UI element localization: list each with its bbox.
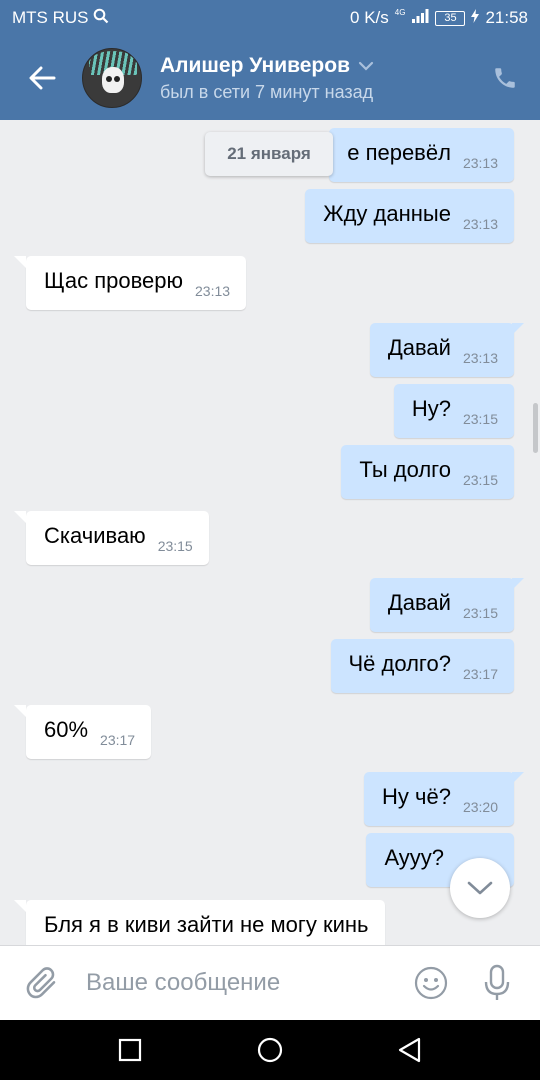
scroll-down-button[interactable] — [450, 858, 510, 918]
phone-icon — [495, 68, 515, 88]
attach-button[interactable] — [0, 946, 84, 1021]
message-bubble[interactable]: Бля я в киви зайти не могу кинь — [14, 900, 385, 945]
home-button[interactable] — [248, 1028, 292, 1072]
message-composer — [0, 945, 540, 1020]
message-bubble[interactable]: Щас проверю 23:13 — [14, 256, 247, 310]
scrollbar[interactable] — [533, 403, 538, 453]
microphone-icon — [484, 964, 510, 1000]
message-text: Давай — [387, 590, 451, 615]
message-bubble[interactable]: е перевёл 23:13 — [329, 128, 514, 182]
chevron-down-icon — [358, 61, 374, 71]
message-text: Ayyy? — [384, 845, 444, 870]
contact-name: Алишер Универов — [160, 53, 350, 77]
date-divider: 21 января — [205, 132, 333, 176]
message-time: 23:13 — [195, 283, 231, 299]
message-bubble[interactable]: Ну? 23:15 — [393, 384, 514, 438]
back-icon — [398, 1037, 421, 1063]
message-input[interactable] — [84, 953, 398, 1013]
search-icon — [93, 8, 109, 29]
message-time: 23:13 — [462, 350, 498, 366]
message-text: 60% — [44, 717, 89, 742]
message-bubble[interactable]: 60% 23:17 — [14, 705, 152, 759]
message-text: Ну? — [411, 396, 451, 421]
emoji-icon — [414, 966, 448, 1000]
message-bubble[interactable]: Ну чё? 23:20 — [364, 772, 524, 826]
avatar[interactable] — [82, 48, 142, 108]
carrier-label: MTS RUS — [12, 8, 89, 27]
message-bubble[interactable]: Давай 23:13 — [369, 323, 524, 377]
back-button[interactable] — [0, 36, 84, 120]
last-seen-status: был в сети 7 минут назад — [160, 81, 374, 102]
message-time: 23:20 — [462, 799, 498, 815]
message-text: Жду данные — [323, 201, 451, 226]
recent-apps-icon — [118, 1038, 142, 1062]
message-text: Чё долго? — [348, 651, 451, 676]
message-time: 23:13 — [462, 216, 498, 232]
system-back-button[interactable] — [388, 1028, 432, 1072]
charging-icon — [471, 8, 480, 28]
battery-icon: 35 — [435, 10, 466, 26]
message-time: 23:15 — [462, 411, 498, 427]
paperclip-icon — [26, 967, 56, 999]
home-icon — [257, 1037, 283, 1063]
chat-header: Алишер Универов был в сети 7 минут назад — [0, 36, 540, 120]
message-time: 23:13 — [462, 155, 498, 171]
message-text: Щас проверю — [44, 268, 184, 293]
recent-apps-button[interactable] — [108, 1028, 152, 1072]
message-bubble[interactable]: Ты долго 23:15 — [341, 445, 514, 499]
message-time: 23:17 — [462, 666, 498, 682]
call-button[interactable] — [470, 36, 540, 120]
contact-info[interactable]: Алишер Универов был в сети 7 минут назад — [160, 54, 374, 103]
message-bubble[interactable]: Жду данные 23:13 — [305, 189, 514, 243]
message-text: Давай — [387, 335, 451, 360]
message-list[interactable]: е перевёл 23:13 21 января Жду данные 23:… — [0, 120, 540, 945]
back-arrow-icon — [29, 66, 56, 90]
clock: 21:58 — [485, 8, 528, 27]
network-speed: 0 K/s — [350, 8, 389, 27]
navigation-bar — [0, 1020, 540, 1080]
network-type: 4G — [394, 7, 406, 17]
message-time: 23:15 — [462, 472, 498, 488]
message-bubble[interactable]: Скачиваю 23:15 — [14, 511, 209, 565]
message-time: 23:17 — [100, 732, 136, 748]
status-bar: MTS RUS 0 K/s 4G 35 21:58 — [0, 0, 540, 36]
signal-icon — [411, 8, 429, 29]
message-time: 23:15 — [157, 538, 193, 554]
emoji-button[interactable] — [398, 946, 464, 1021]
message-text: Ты долго — [359, 457, 451, 482]
message-text: Ну чё? — [382, 784, 451, 809]
message-text: Бля я в киви зайти не могу кинь — [44, 912, 369, 937]
message-text: е перевёл — [347, 140, 451, 165]
voice-message-button[interactable] — [464, 946, 530, 1021]
message-bubble[interactable]: Чё долго? 23:17 — [330, 639, 514, 693]
message-bubble[interactable]: Давай 23:15 — [369, 578, 524, 632]
message-text: Скачиваю — [44, 523, 146, 548]
chevron-down-icon — [467, 881, 493, 895]
message-time: 23:15 — [462, 605, 498, 621]
